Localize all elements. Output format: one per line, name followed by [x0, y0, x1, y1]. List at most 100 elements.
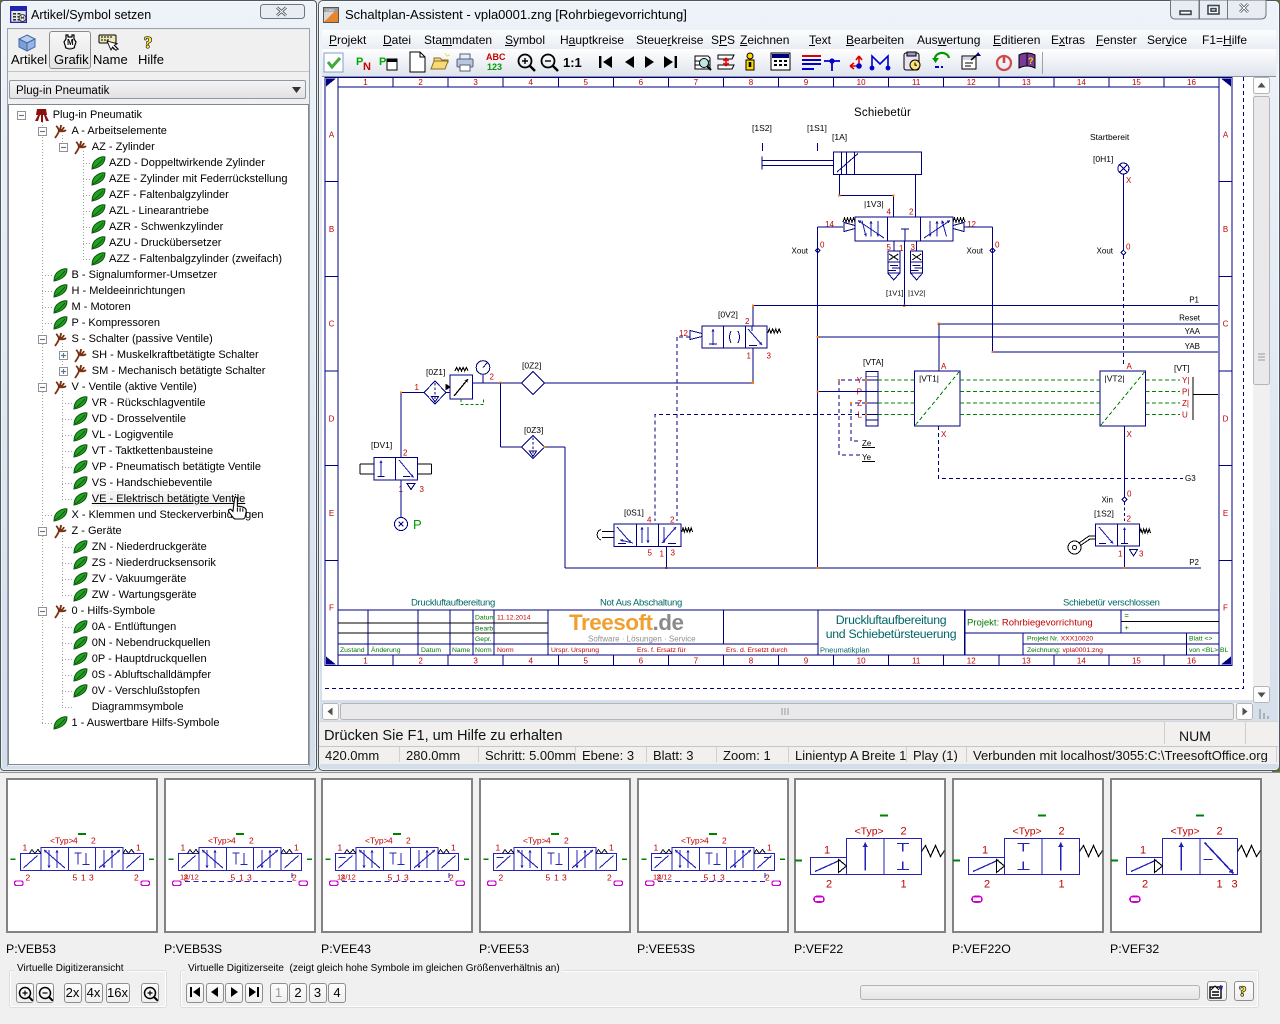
svg-text:15: 15: [1132, 78, 1141, 87]
svg-text:Pneumatikplan: Pneumatikplan: [820, 646, 870, 655]
svg-text:[0H1]: [0H1]: [1093, 154, 1113, 164]
svg-text:2: 2: [418, 656, 423, 665]
svg-text:von <BL> BL: von <BL> BL: [1189, 647, 1229, 654]
svg-text:15: 15: [1132, 656, 1141, 665]
svg-text:1: 1: [363, 78, 368, 87]
svg-text:2: 2: [909, 208, 914, 217]
svg-text:7: 7: [694, 78, 699, 87]
svg-text:1: 1: [338, 843, 343, 853]
svg-text:<Typ>: <Typ>: [855, 826, 884, 838]
svg-text:1: 1: [824, 845, 830, 857]
svg-text:1: 1: [1140, 845, 1146, 857]
svg-text:14/12: 14/12: [653, 873, 672, 882]
svg-text:10: 10: [857, 656, 866, 665]
svg-text:5: 5: [584, 656, 589, 665]
svg-text:2: 2: [91, 836, 96, 846]
svg-text:4: 4: [73, 836, 78, 846]
svg-text:P1: P1: [1189, 296, 1199, 305]
svg-text:Projekt Nr. XXX10020: Projekt Nr. XXX10020: [1027, 636, 1093, 643]
svg-text:Not Aus Abschaltung: Not Aus Abschaltung: [600, 598, 682, 609]
svg-text:2: 2: [564, 836, 569, 846]
svg-text:<Typ>: <Typ>: [208, 836, 232, 846]
svg-text:[DV1]: [DV1]: [371, 440, 392, 450]
svg-text:CAD: CAD: [326, 8, 335, 13]
svg-text:3: 3: [473, 78, 478, 87]
svg-text:Xout: Xout: [967, 247, 984, 256]
svg-text:2: 2: [826, 879, 832, 891]
svg-text:Zustand: Zustand: [340, 647, 365, 654]
svg-text:1: 1: [982, 845, 988, 857]
svg-text:1: 1: [496, 843, 501, 853]
svg-text:4: 4: [231, 836, 236, 846]
svg-text:2: 2: [26, 873, 31, 883]
svg-text:|1V3|: |1V3|: [864, 199, 884, 209]
svg-text:ABC: ABC: [486, 52, 506, 62]
svg-text:9: 9: [804, 656, 809, 665]
svg-text:Bearb.: Bearb.: [475, 626, 495, 633]
svg-text:2: 2: [1127, 515, 1132, 524]
svg-text:P|: P|: [1182, 388, 1189, 397]
svg-text:A: A: [941, 362, 947, 371]
svg-text:[1S2]: [1S2]: [752, 123, 772, 133]
svg-text:1: 1: [23, 843, 28, 853]
svg-text:6: 6: [639, 656, 644, 665]
svg-text:10: 10: [857, 78, 866, 87]
svg-text:Datum: Datum: [475, 615, 495, 622]
svg-text:X: X: [1127, 430, 1133, 439]
svg-text:123: 123: [487, 62, 502, 72]
svg-text:Xin: Xin: [1101, 496, 1113, 505]
svg-text:?: ?: [1028, 56, 1034, 66]
svg-text:Norm: Norm: [497, 647, 514, 654]
svg-text:Schiebetür: Schiebetür: [854, 107, 911, 119]
svg-text:2: 2: [745, 317, 750, 326]
svg-text:14/12: 14/12: [180, 873, 199, 882]
svg-text:C: C: [1223, 320, 1229, 329]
svg-text:1: 1: [901, 879, 907, 891]
svg-text:Norm: Norm: [475, 647, 492, 654]
svg-text:[VTA]: [VTA]: [863, 357, 884, 367]
svg-text:12: 12: [967, 220, 976, 229]
svg-text:P2: P2: [1189, 558, 1199, 567]
svg-text:11: 11: [912, 78, 921, 87]
svg-text:2: 2: [292, 873, 297, 883]
svg-text:9: 9: [804, 78, 809, 87]
svg-text:[1S2]: [1S2]: [1094, 509, 1114, 519]
svg-text:[1V1]: [1V1]: [886, 289, 904, 298]
svg-text:0: 0: [995, 241, 1000, 250]
svg-text:3: 3: [562, 873, 567, 883]
svg-text:Änderung: Änderung: [371, 646, 401, 654]
svg-text:<Typ>: <Typ>: [1171, 826, 1200, 838]
svg-text:Druckluftaufbereitung: Druckluftaufbereitung: [411, 598, 495, 609]
svg-text:Startbereit: Startbereit: [1090, 132, 1130, 142]
svg-text:Zeichnung: vpla0001.zng: Zeichnung: vpla0001.zng: [1027, 647, 1103, 654]
svg-text:1: 1: [1118, 550, 1123, 559]
svg-text:Ye: Ye: [862, 453, 872, 462]
svg-text:4: 4: [528, 656, 533, 665]
svg-text:Treesoft.de: Treesoft.de: [569, 610, 684, 635]
svg-text:Blatt <>: Blatt <>: [1189, 636, 1212, 643]
svg-text:Ze: Ze: [862, 439, 872, 448]
svg-text:?: ?: [144, 33, 153, 52]
svg-text:13: 13: [1022, 78, 1031, 87]
svg-text:Projekt: Rohrbiegevorrichtung: Projekt: Rohrbiegevorrichtung: [967, 618, 1093, 629]
svg-text:und Schiebetürsteuerung: und Schiebetürsteuerung: [826, 627, 957, 641]
svg-text:2: 2: [1217, 826, 1223, 838]
svg-text:1: 1: [294, 843, 299, 853]
svg-text:Xout: Xout: [1097, 247, 1114, 256]
svg-text:2: 2: [406, 836, 411, 846]
svg-text:2: 2: [499, 873, 504, 883]
svg-text:[0S1]: [0S1]: [624, 508, 644, 518]
svg-text:[0V2]: [0V2]: [718, 310, 738, 320]
svg-text:|VT2|: |VT2|: [1105, 374, 1125, 384]
svg-text:6: 6: [639, 78, 644, 87]
svg-text:X: X: [1126, 176, 1132, 185]
svg-text:0: 0: [1127, 490, 1132, 499]
svg-text:13: 13: [1022, 656, 1031, 665]
svg-text:2: 2: [490, 373, 495, 382]
svg-text:3: 3: [473, 656, 478, 665]
svg-text:M: M: [67, 38, 74, 47]
svg-text:3: 3: [1139, 550, 1144, 559]
svg-text:1: 1: [1059, 879, 1065, 891]
svg-text:1: 1: [1217, 879, 1223, 891]
svg-text:N: N: [363, 61, 371, 73]
